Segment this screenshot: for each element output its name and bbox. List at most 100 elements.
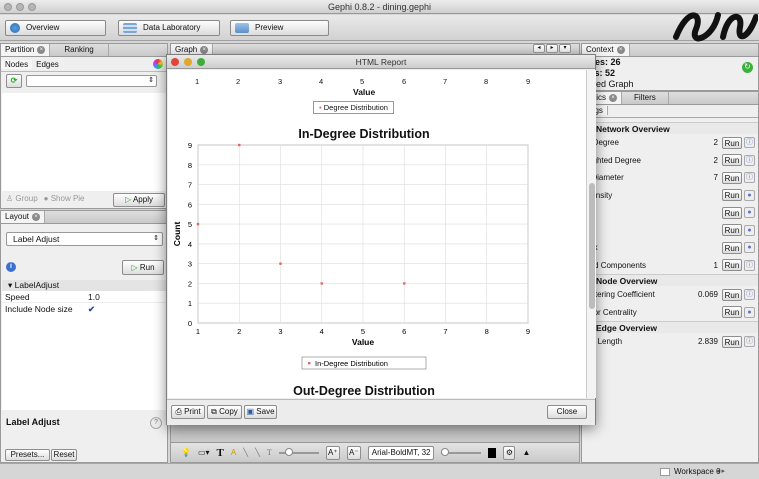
status-dot-icon[interactable]: ● bbox=[744, 242, 755, 254]
status-dot-icon[interactable]: ● bbox=[744, 306, 755, 318]
scroll-right-icon[interactable]: ▸ bbox=[546, 44, 558, 53]
close-tab-icon[interactable]: × bbox=[609, 94, 617, 102]
run-statistic-button[interactable]: Run bbox=[722, 241, 742, 254]
size-slider[interactable] bbox=[278, 447, 319, 456]
group-option[interactable]: ♙ Group bbox=[6, 194, 38, 203]
print-button[interactable]: ⎙ Print bbox=[171, 405, 205, 419]
run-statistic-button[interactable]: Run bbox=[722, 136, 742, 149]
edge-icon[interactable]: ╲ bbox=[243, 448, 248, 457]
legend-label: In-Degree Distribution bbox=[315, 359, 388, 368]
status-dot-icon[interactable]: ● bbox=[744, 207, 755, 219]
reset-button[interactable]: Reset bbox=[51, 449, 77, 461]
status-dot-icon[interactable]: ● bbox=[744, 189, 755, 201]
report-info-icon[interactable]: ⓘ bbox=[744, 172, 755, 184]
edge-weight-icon[interactable]: ╲ bbox=[255, 448, 260, 457]
overview-button[interactable]: Overview bbox=[5, 20, 106, 36]
report-scrollbar[interactable] bbox=[586, 70, 596, 398]
run-statistic-button[interactable]: Run bbox=[722, 259, 742, 272]
label-size-slider[interactable] bbox=[441, 447, 482, 456]
dialog-close-icon[interactable] bbox=[171, 58, 179, 66]
tab-layout[interactable]: Layout × bbox=[1, 211, 46, 223]
y-tick-label: 0 bbox=[188, 319, 192, 328]
copy-button[interactable]: ⧉ Copy bbox=[207, 405, 242, 419]
run-statistic-button[interactable]: Run bbox=[722, 306, 742, 319]
layout-panel: Layout × Label Adjust ⇕ i ▷ Run ▾ LabelAdj… bbox=[0, 210, 168, 463]
stats-section-header[interactable]: Edge Overview bbox=[582, 321, 758, 333]
run-statistic-button[interactable]: Run bbox=[722, 171, 742, 184]
font-size-down-icon[interactable]: A⁻ bbox=[346, 445, 361, 460]
property-row[interactable]: Include Node size ✔ bbox=[2, 303, 166, 315]
font-selector[interactable]: Arial-BoldMT, 32 bbox=[367, 445, 435, 460]
report-info-icon[interactable]: ⓘ bbox=[744, 336, 755, 348]
layout-algorithm-select[interactable]: Label Adjust ⇕ bbox=[6, 232, 163, 246]
scroll-left-icon[interactable]: ◂ bbox=[533, 44, 545, 53]
refresh-icon[interactable]: ⟳ bbox=[6, 74, 22, 88]
info-icon[interactable]: i bbox=[6, 262, 16, 272]
run-statistic-button[interactable]: Run bbox=[722, 335, 742, 348]
report-info-icon[interactable]: ⓘ bbox=[744, 259, 755, 271]
minimize-window-icon[interactable] bbox=[16, 3, 24, 11]
refresh-icon[interactable]: ↻ bbox=[742, 62, 753, 73]
tab-filters[interactable]: Filters bbox=[622, 92, 669, 104]
preview-button[interactable]: Preview bbox=[230, 20, 329, 36]
close-tab-icon[interactable]: × bbox=[32, 213, 41, 221]
layout-section-header[interactable]: ▾ LabelAdjust bbox=[2, 280, 166, 291]
report-info-icon[interactable]: ⓘ bbox=[744, 289, 755, 301]
close-window-icon[interactable] bbox=[4, 3, 12, 11]
lightbulb-icon[interactable]: 💡 bbox=[181, 448, 191, 457]
tab-ranking[interactable]: Ranking bbox=[50, 44, 109, 56]
slider-knob-icon[interactable] bbox=[441, 447, 450, 456]
dialog-zoom-icon[interactable] bbox=[197, 58, 205, 66]
workspace-label[interactable]: Workspace 0 bbox=[674, 467, 721, 476]
run-statistic-button[interactable]: Run bbox=[722, 189, 742, 202]
stats-section-header[interactable]: Network Overview bbox=[582, 122, 758, 134]
text-font-icon[interactable]: T bbox=[217, 447, 224, 459]
x-tick-label: 6 bbox=[402, 77, 407, 86]
screenshot-icon[interactable]: ▭▾ bbox=[198, 448, 210, 457]
status-dot-icon[interactable]: ● bbox=[744, 224, 755, 236]
close-tab-icon[interactable]: × bbox=[616, 46, 625, 54]
settings-icon[interactable]: ⚙ bbox=[503, 445, 516, 460]
run-layout-button[interactable]: ▷ Run bbox=[122, 260, 164, 275]
expand-icon[interactable]: ▲ bbox=[522, 448, 530, 457]
tab-settings[interactable]: tings bbox=[582, 105, 758, 118]
save-button[interactable]: ▣ Save bbox=[244, 405, 277, 419]
slider-knob-icon[interactable] bbox=[284, 447, 293, 456]
scrollbar-thumb[interactable] bbox=[589, 183, 595, 309]
run-statistic-button[interactable]: Run bbox=[722, 288, 742, 301]
help-icon[interactable]: ? bbox=[150, 417, 162, 429]
color-palette-icon[interactable] bbox=[153, 59, 163, 69]
y-tick-label: 3 bbox=[188, 260, 192, 269]
stats-section-header[interactable]: Node Overview bbox=[582, 274, 758, 286]
color-swatch-icon[interactable] bbox=[488, 447, 497, 458]
report-info-icon[interactable]: ⓘ bbox=[744, 137, 755, 149]
presets-button[interactable]: Presets... bbox=[5, 449, 50, 461]
data-laboratory-button[interactable]: Data Laboratory bbox=[118, 20, 220, 36]
zoom-window-icon[interactable] bbox=[28, 3, 36, 11]
run-statistic-button[interactable]: Run bbox=[722, 224, 742, 237]
apply-button[interactable]: ▷ Apply bbox=[113, 193, 165, 207]
statistic-row: geRankRun● bbox=[582, 239, 758, 257]
font-size-up-icon[interactable]: A⁺ bbox=[325, 445, 340, 460]
report-content[interactable]: 1 2 3 4 5 6 7 8 9 Value ▪ Degree Distrib… bbox=[168, 70, 586, 398]
property-row[interactable]: Speed 1.0 bbox=[2, 291, 166, 303]
close-tab-icon[interactable]: × bbox=[200, 46, 209, 54]
dialog-minimize-icon[interactable] bbox=[184, 58, 192, 66]
run-statistic-button[interactable]: Run bbox=[722, 154, 742, 167]
checkbox-checked-icon[interactable]: ✔ bbox=[88, 303, 95, 315]
close-tab-icon[interactable]: × bbox=[37, 46, 46, 54]
partition-parameter-select[interactable]: ⇕ bbox=[26, 75, 157, 87]
tab-partition[interactable]: Partition × bbox=[1, 44, 51, 56]
label-icon[interactable]: T bbox=[267, 448, 272, 457]
highlight-icon[interactable]: A bbox=[231, 448, 236, 457]
subtab-nodes[interactable]: Nodes bbox=[1, 59, 33, 69]
data-laboratory-label: Data Laboratory bbox=[143, 23, 201, 32]
workspace-nav-icon[interactable]: ◂ ▸ bbox=[716, 467, 725, 475]
show-pie-option[interactable]: ● Show Pie bbox=[44, 194, 85, 203]
panel-menu-icon[interactable]: ▾ bbox=[559, 44, 571, 53]
close-button[interactable]: Close bbox=[547, 405, 587, 419]
subtab-edges[interactable]: Edges bbox=[32, 60, 63, 69]
report-info-icon[interactable]: ⓘ bbox=[744, 154, 755, 166]
property-value[interactable]: 1.0 bbox=[88, 291, 100, 302]
run-statistic-button[interactable]: Run bbox=[722, 206, 742, 219]
